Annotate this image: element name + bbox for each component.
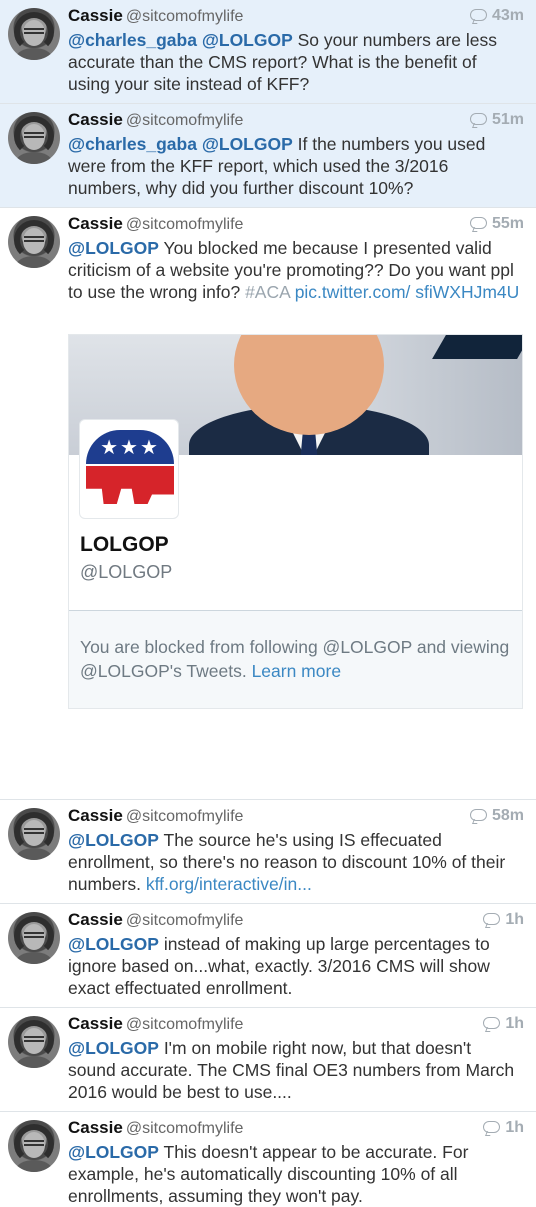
tweet-time: 43m bbox=[469, 5, 524, 27]
tweet-row[interactable]: Cassie @sitcomofmylife 43m @charles_gaba … bbox=[0, 0, 536, 104]
mention-link[interactable]: @LOLGOP bbox=[68, 934, 159, 954]
blocked-profile-card[interactable]: ★★★ LOLGOP @LOLGOP You are blocked from … bbox=[68, 334, 523, 709]
tweet-row[interactable]: Cassie @sitcomofmylife 1h @LOLGOP This do… bbox=[0, 1112, 536, 1207]
mention-link[interactable]: @LOLGOP bbox=[202, 134, 293, 154]
avatar[interactable] bbox=[8, 808, 60, 860]
tweet-text: @LOLGOP The source he's using IS effecua… bbox=[68, 829, 522, 895]
avatar[interactable] bbox=[8, 8, 60, 60]
tweet-text: @charles_gaba @LOLGOP So your numbers ar… bbox=[68, 29, 522, 95]
mention-link[interactable]: @LOLGOP bbox=[68, 238, 159, 258]
tweet-time: 1h bbox=[483, 909, 524, 931]
author-name[interactable]: Cassie bbox=[68, 214, 123, 233]
author-handle[interactable]: @sitcomofmylife bbox=[126, 8, 244, 25]
tweet-row[interactable]: Cassie @sitcomofmylife 1h @LOLGOP I'm on … bbox=[0, 1008, 536, 1112]
mention-link[interactable]: @LOLGOP bbox=[68, 1038, 159, 1058]
reply-icon[interactable] bbox=[469, 217, 487, 229]
reply-icon[interactable] bbox=[483, 1121, 501, 1133]
author-name[interactable]: Cassie bbox=[68, 6, 123, 25]
avatar[interactable] bbox=[8, 1120, 60, 1172]
profile-logo: ★★★ bbox=[79, 419, 179, 519]
author-handle[interactable]: @sitcomofmylife bbox=[126, 808, 244, 825]
tweet-time: 1h bbox=[483, 1013, 524, 1035]
tweet-time: 1h bbox=[483, 1117, 524, 1139]
reply-icon[interactable] bbox=[469, 9, 487, 21]
author-name[interactable]: Cassie bbox=[68, 806, 123, 825]
url-link[interactable]: kff.org/interactive/in... bbox=[146, 874, 312, 894]
tweet-text: @LOLGOP instead of making up large perce… bbox=[68, 933, 522, 999]
tweet-text: @charles_gaba @LOLGOP If the numbers you… bbox=[68, 133, 522, 199]
profile-handle: @LOLGOP bbox=[80, 562, 173, 582]
author-handle[interactable]: @sitcomofmylife bbox=[126, 216, 244, 233]
avatar[interactable] bbox=[8, 1016, 60, 1068]
reply-icon[interactable] bbox=[469, 809, 487, 821]
tweet-text: @LOLGOP This doesn't appear to be accura… bbox=[68, 1141, 522, 1207]
tweet-time: 58m bbox=[469, 805, 524, 827]
author-handle[interactable]: @sitcomofmylife bbox=[126, 1016, 244, 1033]
author-name[interactable]: Cassie bbox=[68, 1014, 123, 1033]
reply-icon[interactable] bbox=[469, 113, 487, 125]
author-name[interactable]: Cassie bbox=[68, 110, 123, 129]
author-handle[interactable]: @sitcomofmylife bbox=[126, 112, 244, 129]
author-handle[interactable]: @sitcomofmylife bbox=[126, 1120, 244, 1137]
learn-more-link[interactable]: Learn more bbox=[252, 661, 342, 681]
mention-link[interactable]: @LOLGOP bbox=[68, 830, 159, 850]
tweet-row[interactable]: Cassie @sitcomofmylife 1h @LOLGOP instead… bbox=[0, 904, 536, 1008]
logo-stars: ★★★ bbox=[86, 430, 174, 464]
blocked-notice: You are blocked from following @LOLGOP a… bbox=[69, 610, 522, 708]
tweet-text: @LOLGOP You blocked me because I present… bbox=[68, 237, 522, 303]
reply-icon[interactable] bbox=[483, 1017, 501, 1029]
url-link[interactable]: pic.twitter.com/ sfiWXHJm4U bbox=[295, 282, 520, 302]
tweet-time: 55m bbox=[469, 213, 524, 235]
mention-link[interactable]: @charles_gaba bbox=[68, 134, 197, 154]
avatar[interactable] bbox=[8, 112, 60, 164]
avatar[interactable] bbox=[8, 912, 60, 964]
tweet-row[interactable]: Cassie @sitcomofmylife 51m @charles_gaba … bbox=[0, 104, 536, 208]
mention-link[interactable]: @LOLGOP bbox=[202, 30, 293, 50]
author-handle[interactable]: @sitcomofmylife bbox=[126, 912, 244, 929]
author-name[interactable]: Cassie bbox=[68, 910, 123, 929]
mention-link[interactable]: @LOLGOP bbox=[68, 1142, 159, 1162]
tweet-row[interactable]: Cassie @sitcomofmylife 58m @LOLGOP The so… bbox=[0, 800, 536, 904]
tweet-text: @LOLGOP I'm on mobile right now, but tha… bbox=[68, 1037, 522, 1103]
reply-icon[interactable] bbox=[483, 913, 501, 925]
avatar[interactable] bbox=[8, 216, 60, 268]
mention-link[interactable]: @charles_gaba bbox=[68, 30, 197, 50]
tweet-time: 51m bbox=[469, 109, 524, 131]
author-name[interactable]: Cassie bbox=[68, 1118, 123, 1137]
profile-name: LOLGOP bbox=[80, 533, 169, 556]
hashtag-link[interactable]: #ACA bbox=[245, 282, 290, 302]
